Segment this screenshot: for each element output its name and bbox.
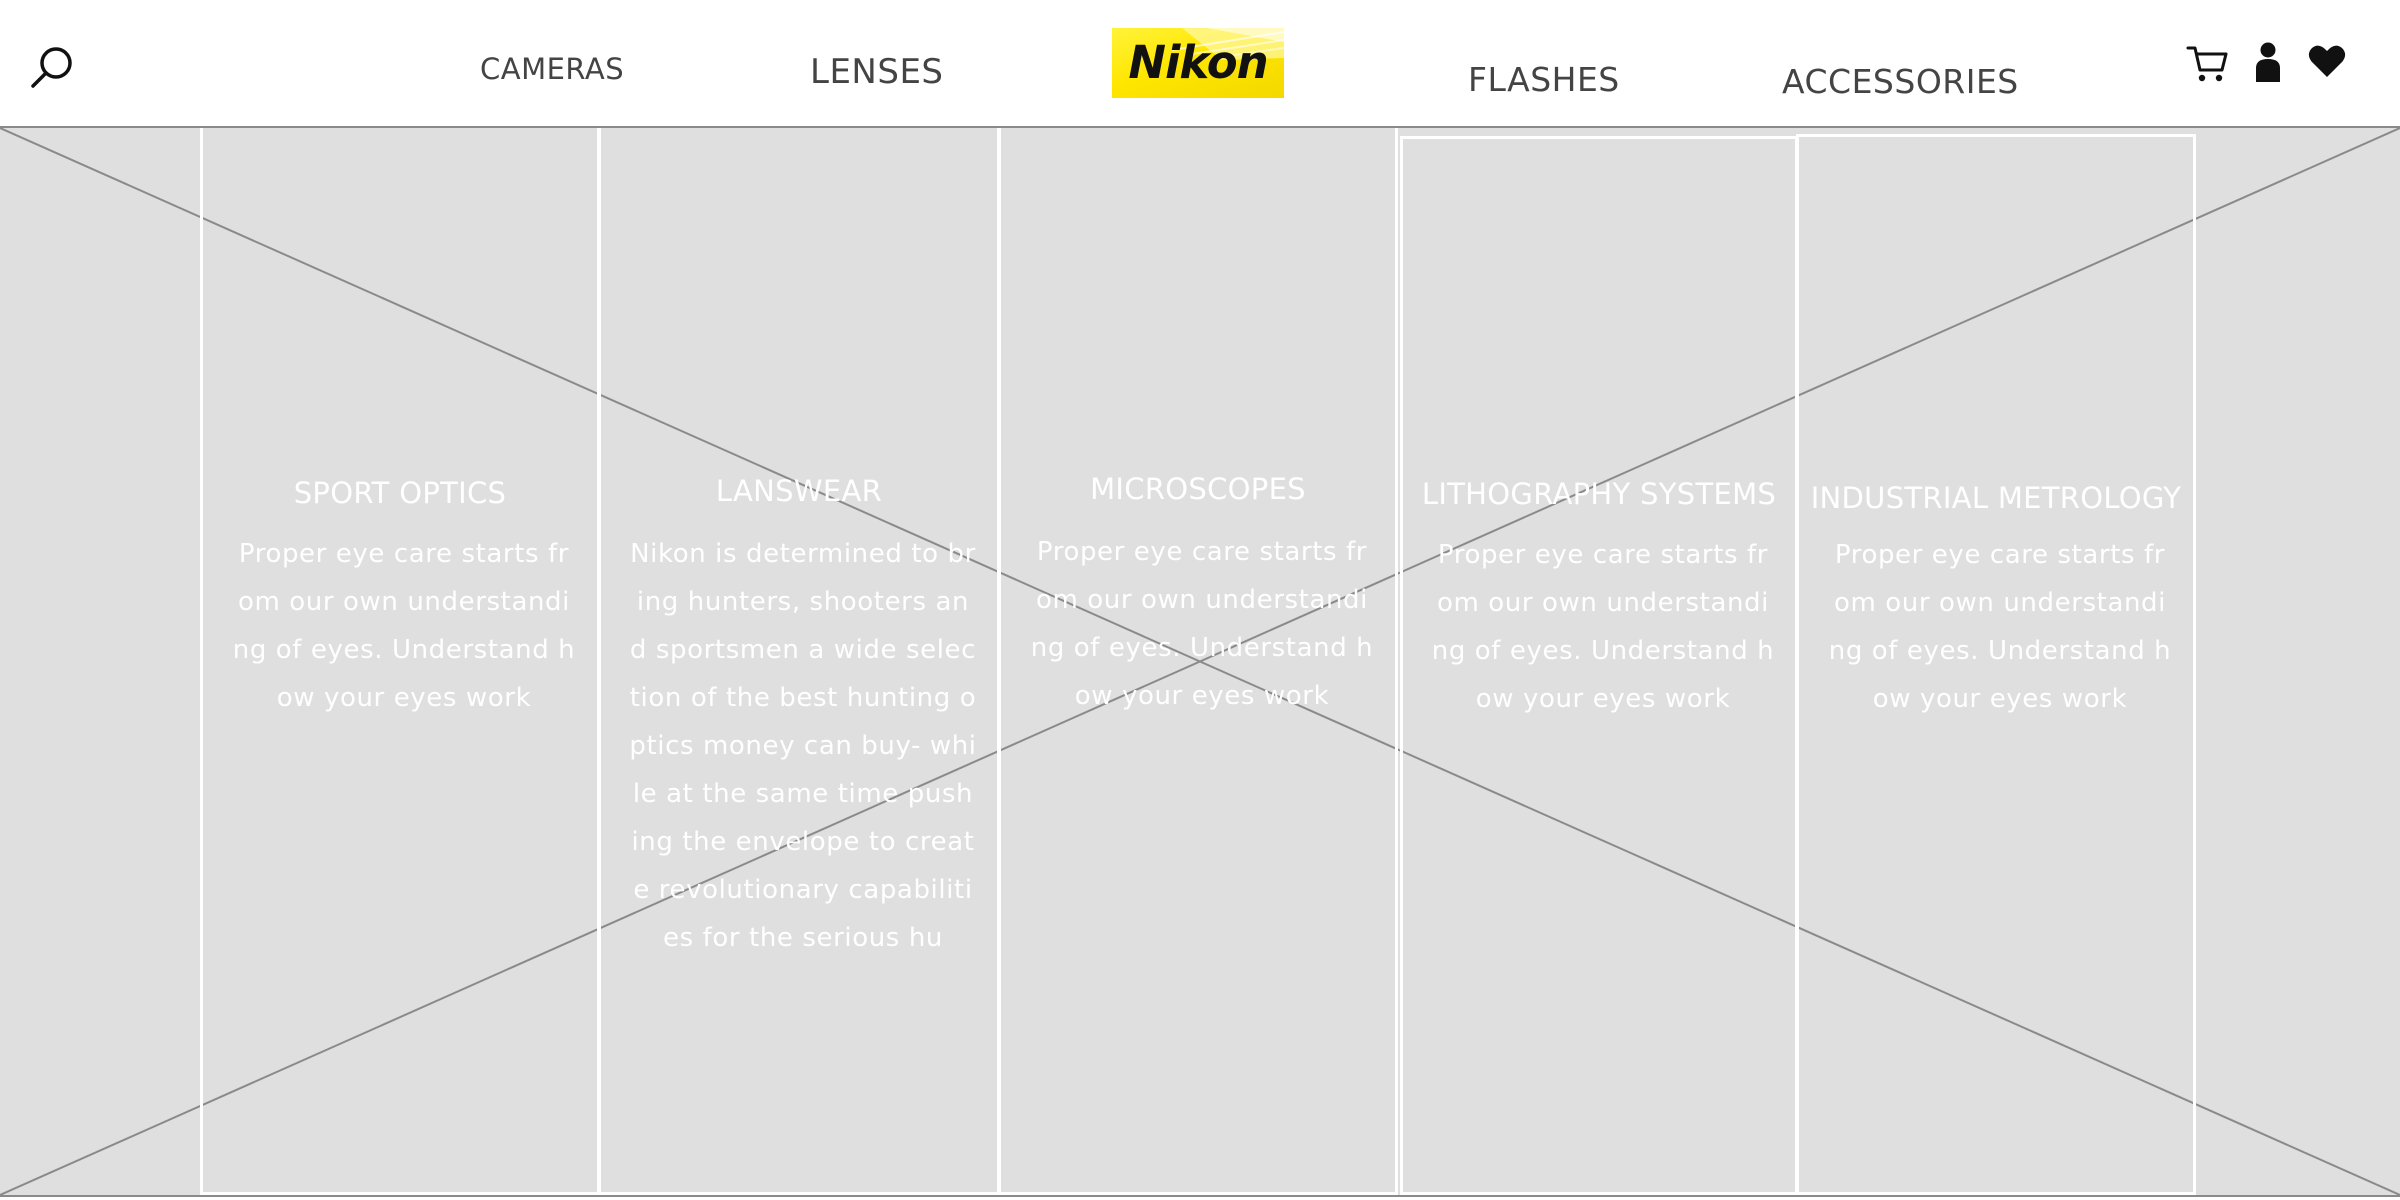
- panel-title: SPORT OPTICS: [293, 476, 507, 510]
- site-header: CAMERAS LENSES Nikon FLASHES ACCESSORIES: [0, 0, 2400, 126]
- logo-wordmark: Nikon: [1128, 36, 1268, 89]
- panel-title: MICROSCOPES: [1090, 472, 1306, 506]
- hero-image-placeholder: SPORT OPTICS Proper eye care starts from…: [0, 126, 2400, 1197]
- nikon-logo[interactable]: Nikon: [1112, 28, 1284, 98]
- panel-description: Nikon is determined to bring hunters, sh…: [629, 539, 977, 953]
- panel-industrial-metrology[interactable]: INDUSTRIAL METROLOGY Proper eye care sta…: [1796, 134, 2196, 1195]
- nav-lenses[interactable]: LENSES: [810, 52, 944, 92]
- panel-microscopes[interactable]: MICROSCOPES Proper eye care starts from …: [998, 128, 1398, 1195]
- panel-description: Proper eye care starts from our own unde…: [1030, 537, 1374, 711]
- cart-icon[interactable]: [2186, 44, 2230, 89]
- panel-title: INDUSTRIAL METROLOGY: [1810, 481, 2182, 515]
- panel-title: LANSWEAR: [715, 474, 883, 508]
- nav-cameras[interactable]: CAMERAS: [480, 52, 624, 86]
- panel-description: Proper eye care starts from our own unde…: [232, 539, 576, 713]
- search-icon[interactable]: [28, 44, 76, 92]
- panel-lanswear[interactable]: LANSWEAR Nikon is determined to bring hu…: [598, 128, 1000, 1195]
- panel-lithography-systems[interactable]: LITHOGRAPHY SYSTEMS Proper eye care star…: [1400, 136, 1798, 1195]
- nav-flashes[interactable]: FLASHES: [1468, 60, 1620, 99]
- heart-icon[interactable]: [2308, 44, 2346, 83]
- panel-description: Proper eye care starts from our own unde…: [1828, 540, 2172, 714]
- user-icon[interactable]: [2254, 42, 2282, 87]
- panel-title: LITHOGRAPHY SYSTEMS: [1421, 477, 1777, 511]
- nav-accessories[interactable]: ACCESSORIES: [1782, 62, 2019, 101]
- panel-description: Proper eye care starts from our own unde…: [1431, 540, 1775, 714]
- panel-sport-optics[interactable]: SPORT OPTICS Proper eye care starts from…: [200, 128, 600, 1195]
